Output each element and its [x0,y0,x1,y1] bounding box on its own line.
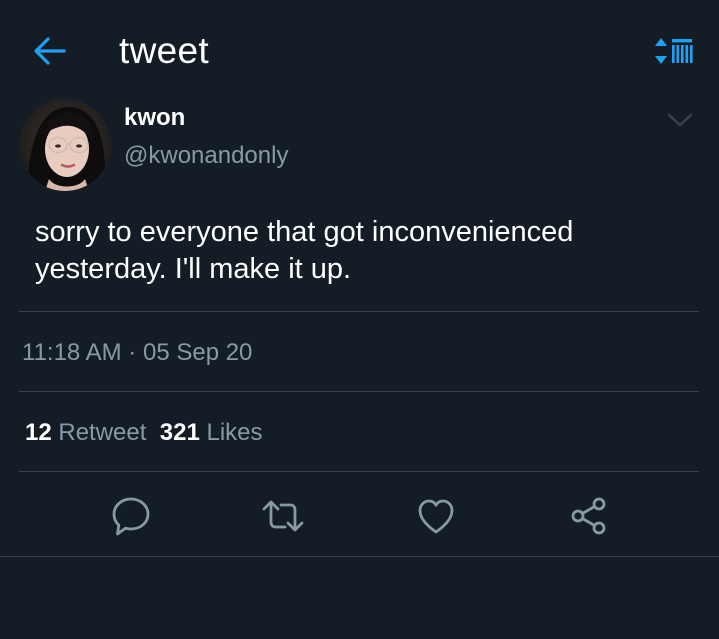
author-name[interactable]: kwon [124,103,185,133]
chevron-down-icon [667,113,693,127]
profile-photo [19,99,111,191]
divider [19,311,699,312]
tweet-date: 05 Sep 20 [142,339,253,366]
reply-icon [112,497,150,536]
tweet-time: 11:18 AM [22,339,122,366]
reply-button[interactable] [109,494,153,538]
page-title: tweet [119,30,209,71]
tweet-text: sorry to everyone that got inconvenience… [35,216,574,285]
likes-stat[interactable]: 321 Likes [160,419,263,446]
tweet-detail-screen: tweet kwon @kwonandonly sorry to everyon… [0,0,719,639]
more-options-button[interactable] [664,108,696,132]
tweet-stats: 12 Retweet 321 Likes [25,418,263,448]
top-app-bar: tweet [0,0,719,100]
timestamp-separator: · [128,339,137,366]
retweet-icon [262,500,304,532]
author-handle[interactable]: @kwonandonly [124,141,288,171]
tweet-timestamp: 11:18 AM · 05 Sep 20 [22,338,252,368]
divider [19,391,699,392]
retweet-label: Retweet [58,419,147,446]
likes-label: Likes [206,419,263,446]
sort-list-icon [655,38,693,64]
sort-button[interactable] [652,36,696,66]
share-button[interactable] [567,494,611,538]
like-icon [418,499,454,534]
divider [19,471,699,472]
like-count: 321 [159,419,200,446]
divider [0,556,719,557]
retweet-button[interactable] [261,494,305,538]
avatar[interactable] [19,99,111,191]
share-icon [571,497,606,535]
like-button[interactable] [414,494,458,538]
back-button[interactable] [30,33,70,69]
retweet-count: 12 [25,419,52,446]
arrow-left-icon [34,37,66,65]
retweet-stat[interactable]: 12 Retweet [25,419,146,446]
